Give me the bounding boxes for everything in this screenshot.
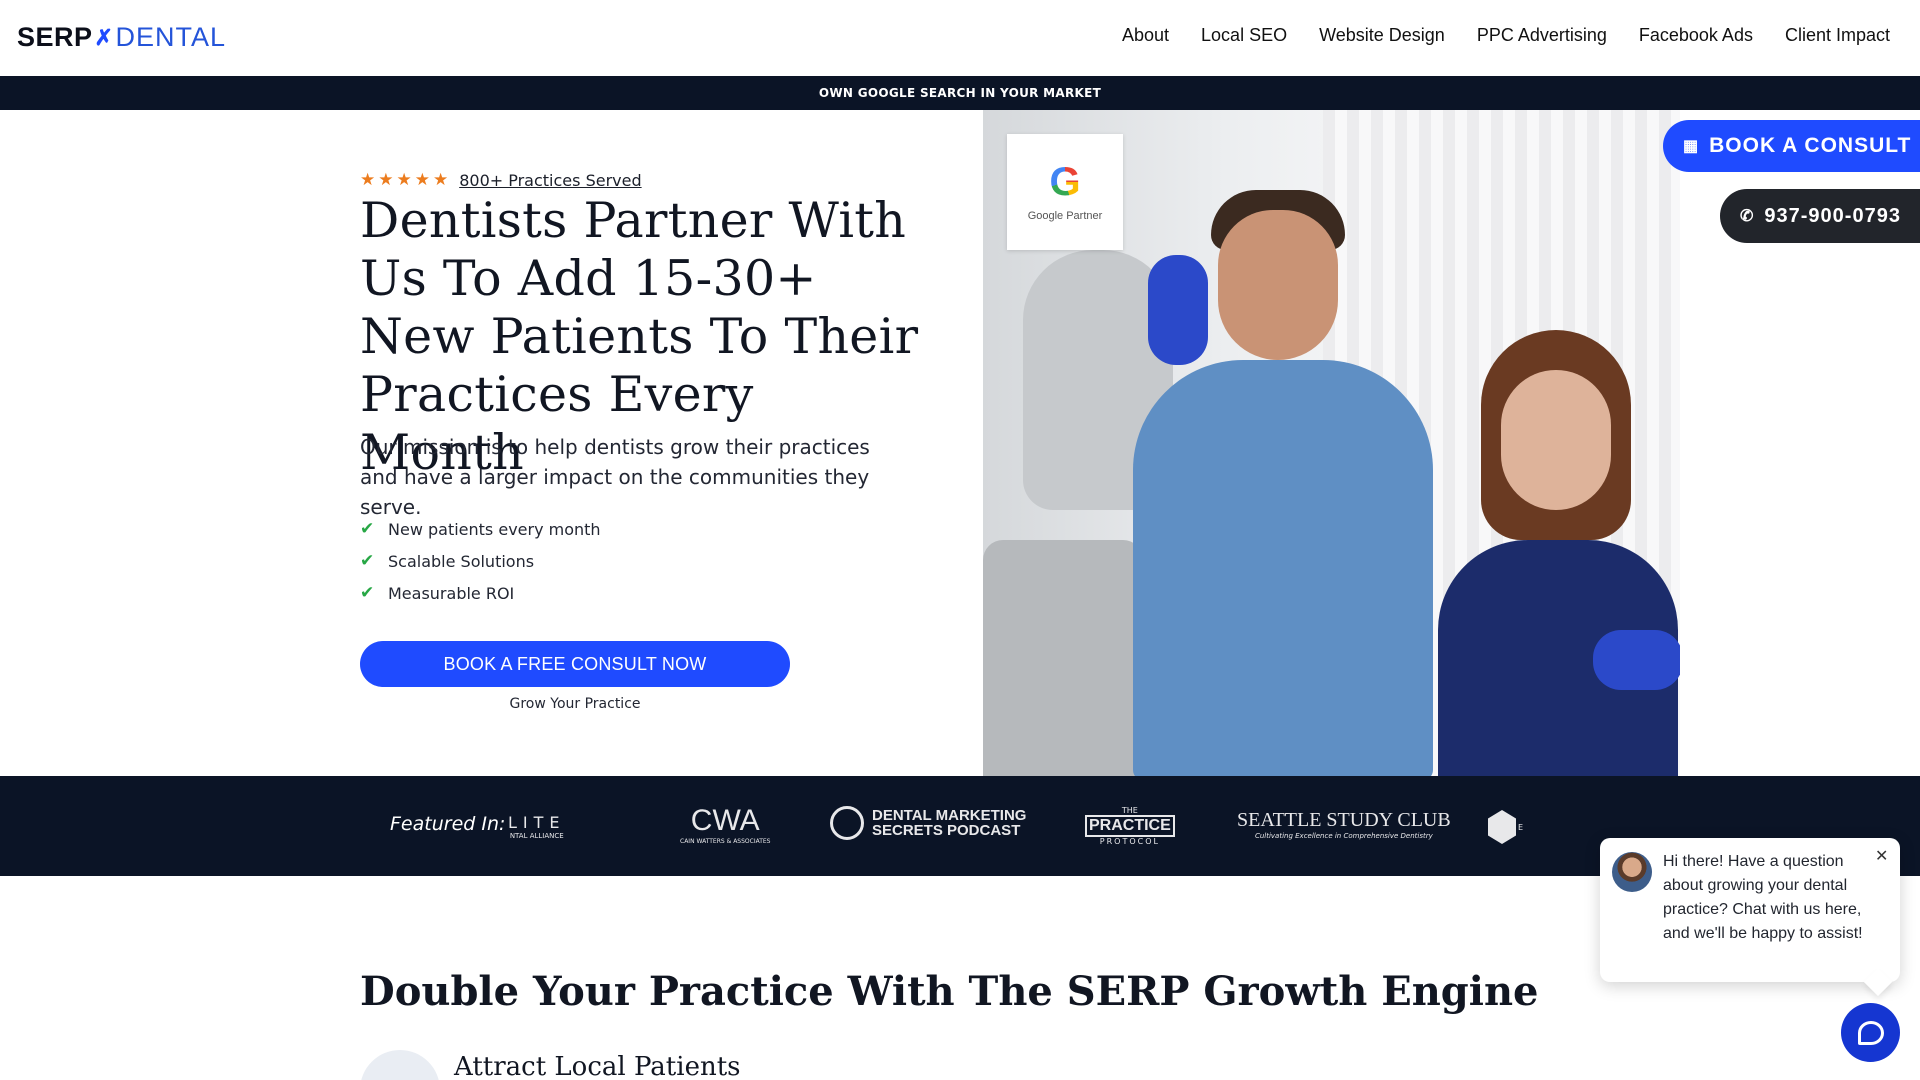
nav-local-seo[interactable]: Local SEO: [1201, 25, 1287, 46]
hexagon-icon: [1488, 810, 1516, 844]
hero-subtitle: Our mission is to help dentists grow the…: [360, 435, 870, 519]
dentist-body: [1133, 360, 1433, 776]
logo-text: LITE: [508, 813, 566, 832]
phone-icon: ✆: [1740, 208, 1755, 225]
cta-subtext: Grow Your Practice: [509, 696, 641, 712]
serp-dental-logo[interactable]: SERP ✗ DENTAL: [17, 22, 226, 53]
chat-popup[interactable]: Hi there! Have a question about growing …: [1600, 838, 1900, 982]
list-item: ✔ Measurable ROI: [360, 577, 601, 609]
ok-hand-glove: [1148, 255, 1208, 365]
logo-line-2: SECRETS PODCAST: [872, 822, 1021, 839]
site-header: SERP ✗ DENTAL About Local SEO Website De…: [0, 0, 1920, 76]
logo-subtext: NTAL ALLIANCE: [509, 832, 564, 840]
logo-dental-text: DENTAL: [115, 22, 226, 52]
practice-protocol-logo: THE PRACTICE PROTOCOL: [1085, 806, 1175, 846]
google-partner-badge: G Google Partner: [1007, 134, 1123, 250]
logo-text: DENTAL MARKETING SECRETS PODCAST: [872, 808, 1026, 838]
seattle-study-club-logo: SEATTLE STUDY CLUB Cultivating Excellenc…: [1237, 809, 1451, 840]
phone-number: 937-900-0793: [1764, 204, 1901, 227]
nav-facebook-ads[interactable]: Facebook Ads: [1639, 25, 1753, 46]
google-partner-label: Google Partner: [1027, 210, 1103, 222]
feature-title: Attract Local Patients: [454, 1052, 741, 1080]
nav-client-impact[interactable]: Client Impact: [1785, 25, 1890, 46]
check-icon: ✔: [360, 519, 375, 539]
avatar: [1612, 852, 1652, 892]
main-nav: About Local SEO Website Design PPC Adver…: [1090, 25, 1890, 46]
logo-text: THE: [1121, 806, 1138, 815]
logo-text: E: [1518, 822, 1524, 832]
practices-served-link[interactable]: 800+ Practices Served: [459, 171, 641, 190]
assistant-face: [1501, 370, 1611, 510]
benefit-label: Measurable ROI: [388, 583, 515, 603]
dental-marketing-secrets-logo: DENTAL MARKETING SECRETS PODCAST: [830, 806, 1026, 840]
book-free-consult-button[interactable]: BOOK A FREE CONSULT NOW: [360, 641, 790, 687]
nav-website-design[interactable]: Website Design: [1319, 25, 1445, 46]
logo-subtext: CAIN WATTERS & ASSOCIATES: [680, 838, 771, 845]
featured-in-label: Featured In:: [390, 813, 506, 835]
logo-text: PRACTICE: [1085, 815, 1175, 837]
logo-x-mark: ✗: [94, 24, 114, 50]
check-icon: ✔: [360, 583, 375, 603]
chat-launcher-button[interactable]: [1841, 1003, 1900, 1062]
logo-serp-text: SERP: [17, 22, 93, 52]
logo-text: PROTOCOL: [1099, 837, 1160, 846]
logo-subtext: Cultivating Excellence in Comprehensive …: [1254, 832, 1433, 840]
close-icon[interactable]: ✕: [1875, 846, 1888, 865]
chat-icon: [1857, 1020, 1884, 1045]
partial-logo: E: [1488, 810, 1523, 844]
lock-icon: [830, 806, 864, 840]
rating-row: ★★★★★ 800+ Practices Served: [360, 170, 642, 190]
calendar-icon: ▦: [1683, 138, 1700, 155]
announcement-bar: OWN GOOGLE SEARCH IN YOUR MARKET: [0, 76, 1920, 110]
floating-phone-button[interactable]: ✆ 937-900-0793: [1720, 189, 1920, 243]
nav-about[interactable]: About: [1122, 25, 1169, 46]
growth-engine-title: Double Your Practice With The SERP Growt…: [360, 968, 1539, 1015]
dentist-face: [1218, 210, 1338, 360]
list-item: ✔ New patients every month: [360, 513, 601, 545]
feature-attract-local-patients: Attract Local Patients: [360, 1050, 741, 1080]
chat-message: Hi there! Have a question about growing …: [1663, 853, 1863, 942]
benefit-label: New patients every month: [388, 519, 601, 539]
logo-text: SEATTLE STUDY CLUB: [1237, 809, 1451, 831]
feature-icon: [360, 1050, 440, 1080]
google-g-icon: G: [1049, 160, 1081, 204]
benefits-list: ✔ New patients every month ✔ Scalable Solu…: [360, 513, 601, 609]
logo-text: CWA: [690, 804, 760, 837]
cwa-logo: CWA CAIN WATTERS & ASSOCIATES: [680, 804, 771, 845]
dental-chair: [983, 540, 1143, 776]
assistant-glove: [1593, 630, 1680, 690]
floating-book-consult-button[interactable]: ▦ BOOK A CONSULT: [1663, 120, 1920, 172]
lite-dental-alliance-logo: LITE NTAL ALLIANCE: [508, 813, 566, 840]
star-rating-icon: ★★★★★: [360, 170, 452, 190]
list-item: ✔ Scalable Solutions: [360, 545, 601, 577]
nav-ppc-advertising[interactable]: PPC Advertising: [1477, 25, 1607, 46]
check-icon: ✔: [360, 551, 375, 571]
benefit-label: Scalable Solutions: [388, 551, 535, 571]
hero-photo-dentists: G Google Partner: [983, 110, 1680, 776]
book-consult-label: BOOK A CONSULT: [1709, 134, 1912, 157]
